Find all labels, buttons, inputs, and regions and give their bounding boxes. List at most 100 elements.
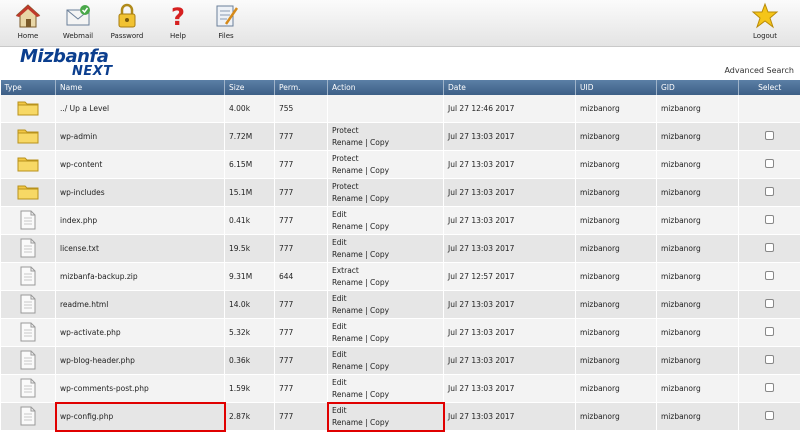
column-type[interactable]: Type [0,80,56,95]
action-primary-link[interactable]: Protect [332,153,439,165]
file-perm[interactable]: 777 [274,318,328,347]
files-button[interactable]: Files [199,2,253,40]
action-primary-link[interactable]: Edit [332,209,439,221]
file-gid: mizbanorg [656,95,739,123]
file-name[interactable]: ../ Up a Level [55,95,225,123]
rename-copy-links[interactable]: Rename | Copy [332,165,439,177]
file-name[interactable]: wp-admin [55,122,225,151]
rename-copy-links[interactable]: Rename | Copy [332,389,439,401]
rename-copy-links[interactable]: Rename | Copy [332,361,439,373]
action-primary-link[interactable]: Edit [332,349,439,361]
action-cell [327,95,444,123]
column-size[interactable]: Size [224,80,275,95]
column-date[interactable]: Date [443,80,576,95]
type-cell[interactable] [0,122,56,151]
action-cell: Edit Rename | Copy [327,374,444,403]
file-perm[interactable]: 777 [274,374,328,403]
file-date: Jul 27 13:03 2017 [443,318,576,347]
type-cell[interactable] [0,95,56,123]
select-checkbox[interactable] [765,159,775,168]
select-checkbox[interactable] [765,327,775,336]
file-name[interactable]: wp-blog-header.php [55,346,225,375]
action-cell: Edit Rename | Copy [326,401,445,432]
action-primary-link[interactable]: Edit [332,377,439,389]
type-cell[interactable] [0,262,56,291]
action-primary-link[interactable]: Protect [332,181,439,193]
type-cell[interactable] [0,290,56,319]
type-cell[interactable] [0,206,56,235]
type-cell[interactable] [0,346,56,375]
file-name[interactable]: wp-activate.php [55,318,225,347]
file-size: 0.36k [224,346,275,375]
webmail-button[interactable]: Webmail [51,2,105,40]
file-perm[interactable]: 777 [274,122,328,151]
file-perm[interactable]: 777 [274,206,328,235]
rename-copy-links[interactable]: Rename | Copy [332,221,439,233]
advanced-search-link[interactable]: Advanced Search [724,66,794,75]
file-name[interactable]: index.php [55,206,225,235]
type-cell[interactable] [0,318,56,347]
type-cell[interactable] [0,402,56,431]
select-checkbox[interactable] [765,243,775,252]
file-date: Jul 27 13:03 2017 [443,234,576,263]
file-name[interactable]: wp-comments-post.php [55,374,225,403]
select-checkbox[interactable] [765,271,775,280]
table-row: ../ Up a Level 4.00k 755 Jul 27 12:46 2017 m… [0,95,800,123]
file-uid: mizbanorg [575,374,657,403]
file-name[interactable]: mizbanfa-backup.zip [55,262,225,291]
rename-copy-links[interactable]: Rename | Copy [332,277,439,289]
file-perm[interactable]: 777 [274,346,328,375]
type-cell[interactable] [0,234,56,263]
rename-copy-links[interactable]: Rename | Copy [332,417,439,429]
select-checkbox[interactable] [765,187,775,196]
column-gid[interactable]: GID [656,80,739,95]
rename-copy-links[interactable]: Rename | Copy [332,137,439,149]
rename-copy-links[interactable]: Rename | Copy [332,333,439,345]
home-button[interactable]: Home [1,2,55,40]
file-name[interactable]: readme.html [55,290,225,319]
action-primary-link[interactable]: Edit [332,237,439,249]
select-checkbox[interactable] [765,355,775,364]
action-primary-link[interactable]: Edit [332,293,439,305]
file-perm[interactable]: 777 [274,178,328,207]
action-primary-link[interactable]: Protect [332,125,439,137]
file-perm[interactable]: 777 [274,150,328,179]
type-cell[interactable] [0,178,56,207]
file-uid: mizbanorg [575,290,657,319]
file-name[interactable]: wp-content [55,150,225,179]
column-uid[interactable]: UID [575,80,657,95]
file-gid: mizbanorg [656,290,739,319]
select-cell [738,374,800,403]
column-name[interactable]: Name [55,80,225,95]
help-button[interactable]: ? Help [151,2,205,40]
file-uid: mizbanorg [575,178,657,207]
file-name[interactable]: wp-includes [55,178,225,207]
file-name[interactable]: license.txt [55,234,225,263]
rename-copy-links[interactable]: Rename | Copy [332,193,439,205]
action-cell: Edit Rename | Copy [327,290,444,319]
rename-copy-links[interactable]: Rename | Copy [332,305,439,317]
file-date: Jul 27 13:03 2017 [443,374,576,403]
select-checkbox[interactable] [765,131,775,140]
action-primary-link[interactable]: Edit [332,321,439,333]
type-cell[interactable] [0,374,56,403]
file-perm[interactable]: 777 [274,402,328,431]
select-checkbox[interactable] [765,411,775,420]
action-primary-link[interactable]: Extract [332,265,439,277]
select-checkbox[interactable] [765,383,775,392]
file-perm[interactable]: 777 [274,234,328,263]
rename-copy-links[interactable]: Rename | Copy [332,249,439,261]
select-checkbox[interactable] [765,299,775,308]
type-cell[interactable] [0,150,56,179]
password-button[interactable]: Password [100,2,154,40]
action-primary-link[interactable]: Edit [332,405,439,417]
file-name[interactable]: wp-config.php [54,401,226,432]
file-perm[interactable]: 755 [274,95,328,123]
select-checkbox[interactable] [765,215,775,224]
brand-logo-sub: NEXT [72,64,113,79]
file-perm[interactable]: 644 [274,262,328,291]
logout-button[interactable]: Logout [738,2,792,40]
file-perm[interactable]: 777 [274,290,328,319]
column-perm[interactable]: Perm. [274,80,328,95]
action-cell: Extract Rename | Copy [327,262,444,291]
